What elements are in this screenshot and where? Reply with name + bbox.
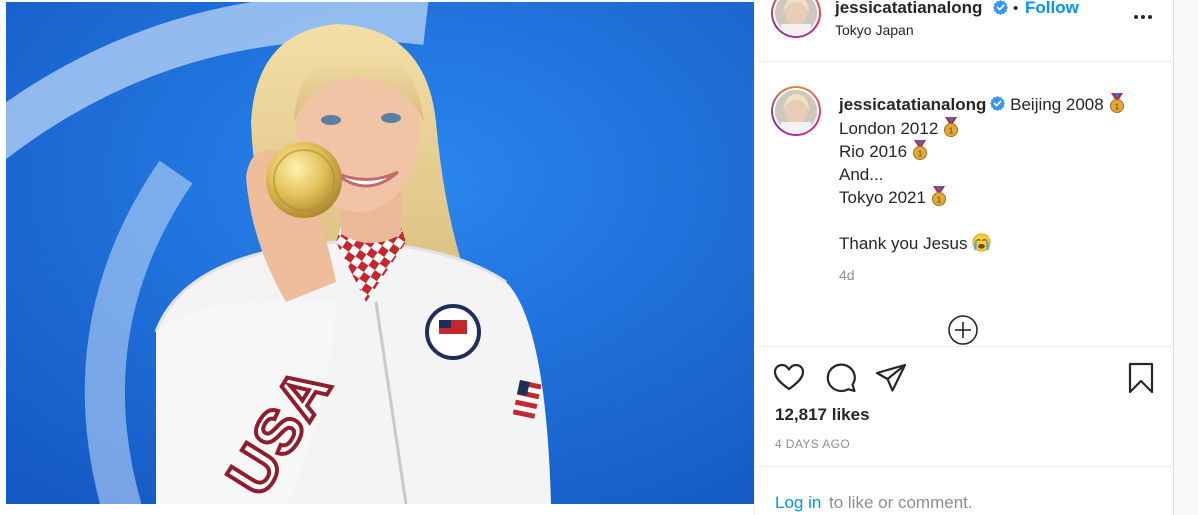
medal-icon: 1 [1109, 93, 1124, 113]
svg-text:1: 1 [937, 196, 942, 205]
svg-text:1: 1 [1114, 103, 1119, 112]
avatar-photo-illustration [775, 90, 817, 132]
caption-line-4: And... [839, 164, 1169, 187]
post-photo-illustration: USA [6, 2, 754, 504]
follow-button[interactable]: Follow [1025, 0, 1079, 18]
post-header: jessicatatianalong • Follow Tokyo Japan [755, 0, 1175, 62]
svg-text:1: 1 [918, 150, 923, 159]
instagram-post: USA jessicatatianalong • Follow Tokyo Ja… [0, 0, 1198, 515]
post-actions: 12,817 likes 4 DAYS AGO [755, 346, 1175, 466]
bookmark-icon[interactable] [1125, 362, 1157, 394]
share-icon[interactable] [875, 362, 907, 394]
verified-badge-icon [990, 96, 1006, 111]
caption-line-6 [839, 210, 1169, 233]
avatar-photo [775, 0, 817, 34]
caption-line-text: Rio 2016 [839, 142, 908, 162]
post-sidebar: jessicatatianalong • Follow Tokyo Japan [754, 0, 1175, 515]
caption-age[interactable]: 4d [839, 267, 855, 283]
caption-line-5: Tokyo 2021 1 [839, 186, 1169, 210]
caption-line-1: jessicatatianalong Beijing 2008 1 [839, 93, 1169, 117]
author-username[interactable]: jessicatatianalong [835, 0, 982, 18]
caption-line-text: Tokyo 2021 [839, 188, 926, 208]
avatar-ring-inner [773, 0, 819, 36]
caption-line-text: Thank you Jesus [839, 233, 968, 253]
avatar-photo [775, 90, 817, 132]
header-separator: • [1013, 0, 1019, 17]
caption-line-3: Rio 2016 1 [839, 140, 1169, 164]
verified-badge-icon [993, 0, 1008, 15]
page-gutter [1174, 0, 1198, 515]
comment-icon[interactable] [825, 362, 857, 394]
caption-comment: jessicatatianalong Beijing 2008 1 London … [755, 62, 1175, 346]
caption-username[interactable]: jessicatatianalong [839, 95, 986, 114]
login-prompt-text: to like or comment. [829, 493, 973, 512]
post-photo[interactable]: USA [6, 2, 754, 504]
medal-icon: 1 [944, 116, 959, 137]
caption-line-text: London 2012 [839, 118, 939, 138]
medal-icon: 1 [913, 140, 928, 161]
more-horizontal-icon[interactable] [1131, 8, 1155, 26]
caption-avatar[interactable] [771, 86, 821, 136]
login-prompt: Log in to like or comment. [755, 466, 1175, 515]
svg-text:1: 1 [949, 126, 954, 135]
caption-line-text: And... [839, 164, 884, 184]
likes-count[interactable]: 12,817 likes [775, 405, 870, 425]
login-link[interactable]: Log in [775, 493, 821, 513]
caption-line-2: London 2012 1 [839, 116, 1169, 141]
author-avatar[interactable] [771, 0, 821, 38]
caption-line-7: Thank you Jesus [839, 233, 1169, 256]
heart-icon[interactable] [773, 362, 805, 394]
caption-text: jessicatatianalong Beijing 2008 1 London … [839, 93, 1169, 255]
medal-icon: 1 [931, 186, 946, 207]
post-location[interactable]: Tokyo Japan [835, 22, 914, 38]
caption-line-text: Beijing 2008 [1010, 95, 1104, 114]
avatar-ring-inner [773, 88, 819, 134]
avatar-photo-illustration [775, 0, 817, 34]
plus-circle-icon[interactable] [947, 314, 979, 346]
crying-face-icon [971, 233, 991, 252]
posted-time[interactable]: 4 DAYS AGO [775, 437, 850, 451]
